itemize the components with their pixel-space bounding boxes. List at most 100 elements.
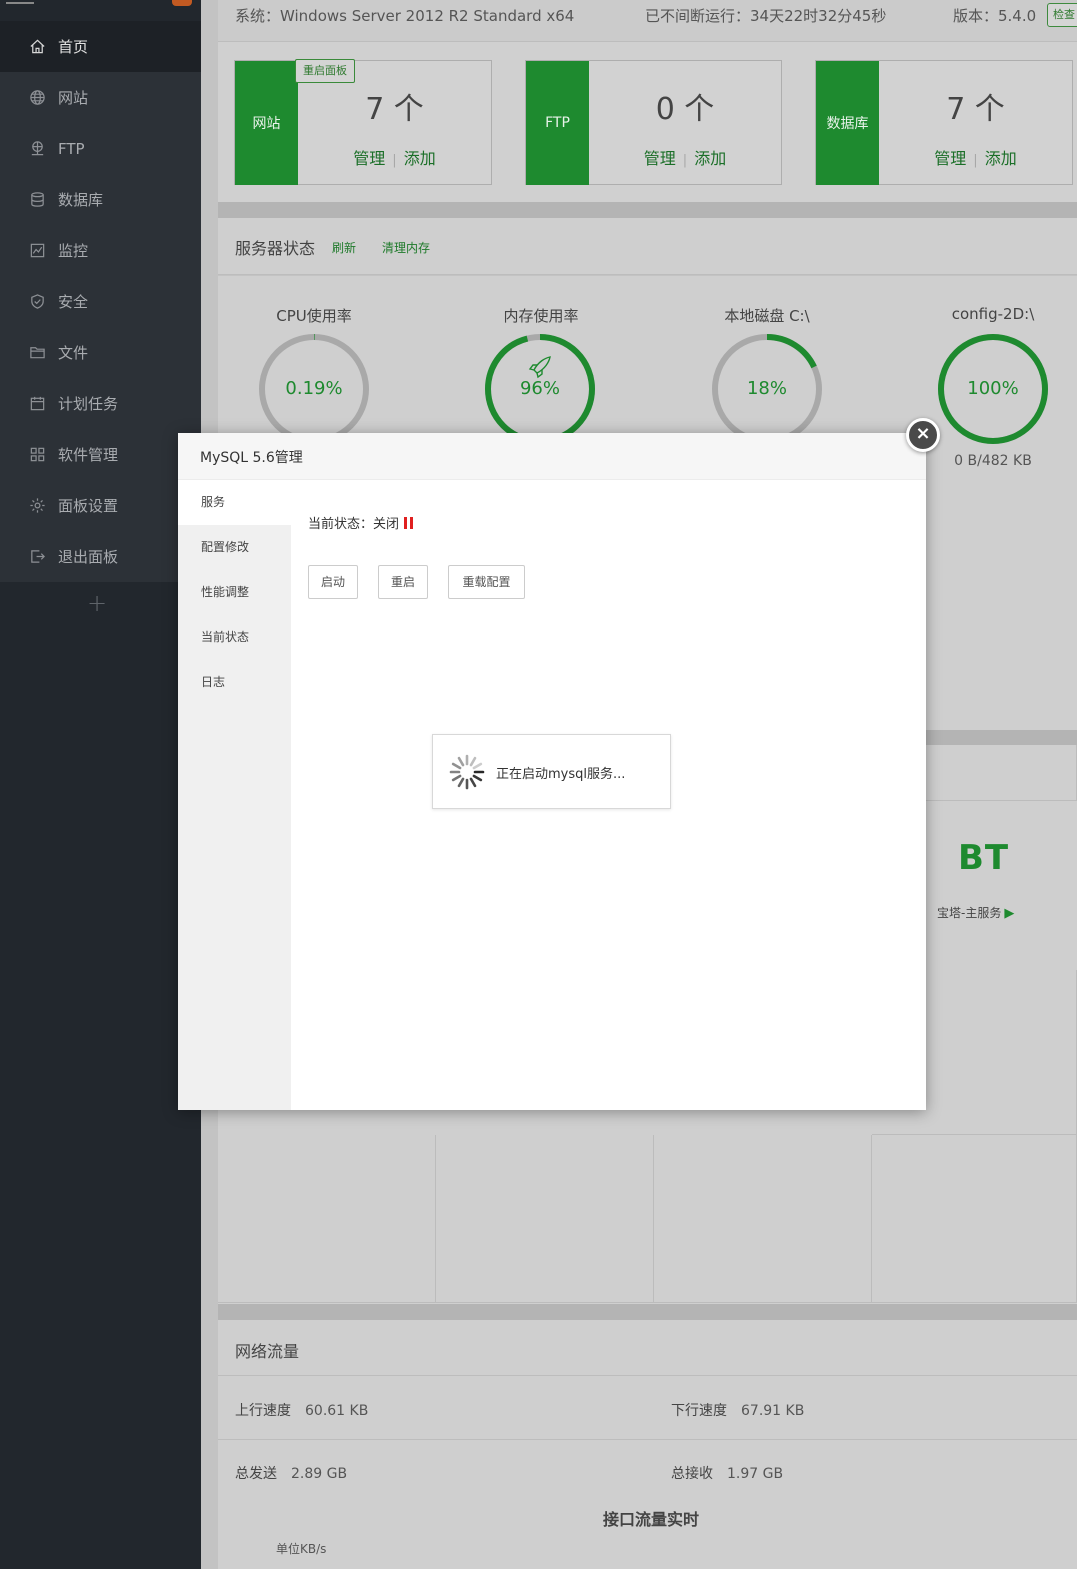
website-manage-link[interactable]: 管理: [353, 149, 385, 168]
download-value: 67.91 KB: [741, 1403, 805, 1419]
total-received: 总接收 1.97 GB: [671, 1463, 783, 1483]
spinner-segment: [469, 777, 477, 788]
sidebar-item-label: 软件管理: [58, 446, 119, 464]
sidebar-item-ftp[interactable]: FTP: [0, 123, 201, 174]
sidebar-item-label: 监控: [58, 242, 89, 260]
tab-performance[interactable]: 性能调整: [178, 570, 291, 615]
sidebar-item-label: 首页: [58, 38, 89, 56]
sidebar-item-software[interactable]: 软件管理: [0, 429, 201, 480]
upload-value: 60.61 KB: [305, 1403, 369, 1419]
restart-panel-button[interactable]: 重启面板: [295, 59, 355, 83]
ftp-add-link[interactable]: 添加: [694, 149, 726, 168]
website-add-link[interactable]: 添加: [404, 149, 436, 168]
sidebar-item-security[interactable]: 安全: [0, 276, 201, 327]
database-icon: [28, 191, 46, 209]
sidebar-item-home[interactable]: 首页: [0, 21, 201, 72]
status-label: 当前状态：: [308, 517, 374, 532]
close-icon[interactable]: ×: [906, 418, 940, 452]
reload-config-button[interactable]: 重载配置: [448, 565, 525, 599]
check-update-button[interactable]: 检查: [1047, 3, 1077, 27]
start-button[interactable]: 启动: [308, 565, 358, 599]
restart-button[interactable]: 重启: [378, 565, 428, 599]
bt-main-service[interactable]: 宝塔-主服务 ▶: [937, 904, 1014, 921]
memory-gauge-value: 96%: [519, 378, 560, 399]
software-slot[interactable]: [218, 1135, 436, 1303]
spinner-segment: [472, 774, 483, 782]
logo: [6, 0, 34, 4]
sidebar-item-website[interactable]: 网站: [0, 72, 201, 123]
dialog-title: MySQL 5.6管理: [200, 450, 303, 466]
ftp-manage-link[interactable]: 管理: [644, 149, 676, 168]
add-shortcut-button[interactable]: +: [86, 591, 108, 615]
tab-logs[interactable]: 日志: [178, 660, 291, 705]
network-panel: 网络流量 上行速度 60.61 KB 下行速度 67.91 KB 总发送 2.89 G…: [218, 1320, 1077, 1569]
bt-service-label: 宝塔-主服务: [937, 906, 1002, 920]
website-count: 7 个: [365, 92, 424, 127]
globe-icon: [28, 89, 46, 107]
database-count: 7 个: [946, 92, 1005, 127]
software-slot[interactable]: [654, 1135, 872, 1303]
sidebar-item-monitor[interactable]: 监控: [0, 225, 201, 276]
status-value: 关闭: [373, 517, 400, 532]
database-manage-link[interactable]: 管理: [934, 149, 966, 168]
memory-gauge[interactable]: 96%: [482, 331, 598, 447]
database-stat-box: 数据库 7 个 管理 | 添加: [815, 60, 1073, 185]
server-status-header: 服务器状态 刷新 清理内存: [218, 218, 1077, 275]
ftp-count: 0 个: [655, 92, 715, 127]
software-slot[interactable]: [872, 1135, 1077, 1303]
received-label: 总接收: [671, 1466, 713, 1482]
tab-current-status[interactable]: 当前状态: [178, 615, 291, 660]
network-header-row: [218, 1320, 1077, 1376]
notification-badge[interactable]: [172, 0, 192, 6]
gear-icon: [28, 497, 46, 515]
play-icon: ▶: [1004, 906, 1015, 921]
bt-logo[interactable]: BT: [958, 838, 1009, 878]
clear-memory-link[interactable]: 清理内存: [382, 239, 430, 256]
sidebar-item-database[interactable]: 数据库: [0, 174, 201, 225]
cpu-gauge-value: 0.19%: [285, 378, 343, 399]
disk-config-usage: 0 B/482 KB: [954, 453, 1032, 469]
spinner-segment: [457, 756, 465, 767]
mysql-manage-dialog: MySQL 5.6管理 服务 配置修改 性能调整 当前状态 日志 当前状态：关闭…: [178, 433, 926, 1110]
sent-label: 总发送: [235, 1466, 277, 1482]
traffic-chart-unit: 单位KB/s: [276, 1542, 327, 1556]
traffic-chart-title: 接口流量实时: [603, 1510, 700, 1529]
software-slot[interactable]: [436, 1135, 654, 1303]
monitor-icon: [28, 242, 46, 260]
system-info: 系统：Windows Server 2012 R2 Standard x64: [235, 7, 575, 25]
sidebar-item-cron[interactable]: 计划任务: [0, 378, 201, 429]
ftp-stat-box: FTP 0 个 管理 | 添加: [525, 60, 782, 185]
system-info-bar: 系统：Windows Server 2012 R2 Standard x64 已…: [218, 0, 1077, 42]
website-stat-box: 网站 7 个 管理 | 添加: [234, 60, 492, 185]
loading-toast: 正在启动mysql服务...: [432, 734, 671, 809]
cpu-gauge: 0.19%: [256, 331, 372, 447]
sidebar-item-settings[interactable]: 面板设置: [0, 480, 201, 531]
tab-service[interactable]: 服务: [178, 480, 291, 525]
grid-icon: [28, 446, 46, 464]
sidebar: 首页 网站 FTP 数据库 监控 安全 文件 计划任务 软件管理 面板设置 退出…: [0, 0, 201, 1569]
disk-config-gauge: 100%: [935, 331, 1051, 447]
sidebar-item-label: 退出面板: [58, 548, 119, 566]
loading-message: 正在启动mysql服务...: [496, 767, 626, 782]
database-add-link[interactable]: 添加: [985, 149, 1017, 168]
logout-icon: [28, 548, 46, 566]
download-speed: 下行速度 67.91 KB: [671, 1400, 804, 1420]
dialog-header: MySQL 5.6管理: [178, 433, 926, 480]
download-label: 下行速度: [671, 1403, 727, 1419]
total-sent: 总发送 2.89 GB: [235, 1463, 347, 1483]
home-icon: [28, 38, 46, 56]
disk-c-gauge: 18%: [709, 331, 825, 447]
upload-label: 上行速度: [235, 1403, 291, 1419]
sidebar-item-label: 文件: [58, 344, 89, 362]
tab-config[interactable]: 配置修改: [178, 525, 291, 570]
refresh-link[interactable]: 刷新: [332, 239, 356, 256]
disk-config-gauge-value: 100%: [967, 378, 1019, 399]
sidebar-item-files[interactable]: 文件: [0, 327, 201, 378]
sidebar-item-logout[interactable]: 退出面板: [0, 531, 201, 582]
calendar-icon: [28, 395, 46, 413]
disk-c-gauge-value: 18%: [746, 378, 787, 399]
version-info: 版本：5.4.0: [953, 7, 1037, 25]
sidebar-item-label: 面板设置: [58, 497, 119, 515]
network-title: 网络流量: [235, 1342, 300, 1361]
memory-gauge-label: 内存使用率: [503, 307, 579, 325]
